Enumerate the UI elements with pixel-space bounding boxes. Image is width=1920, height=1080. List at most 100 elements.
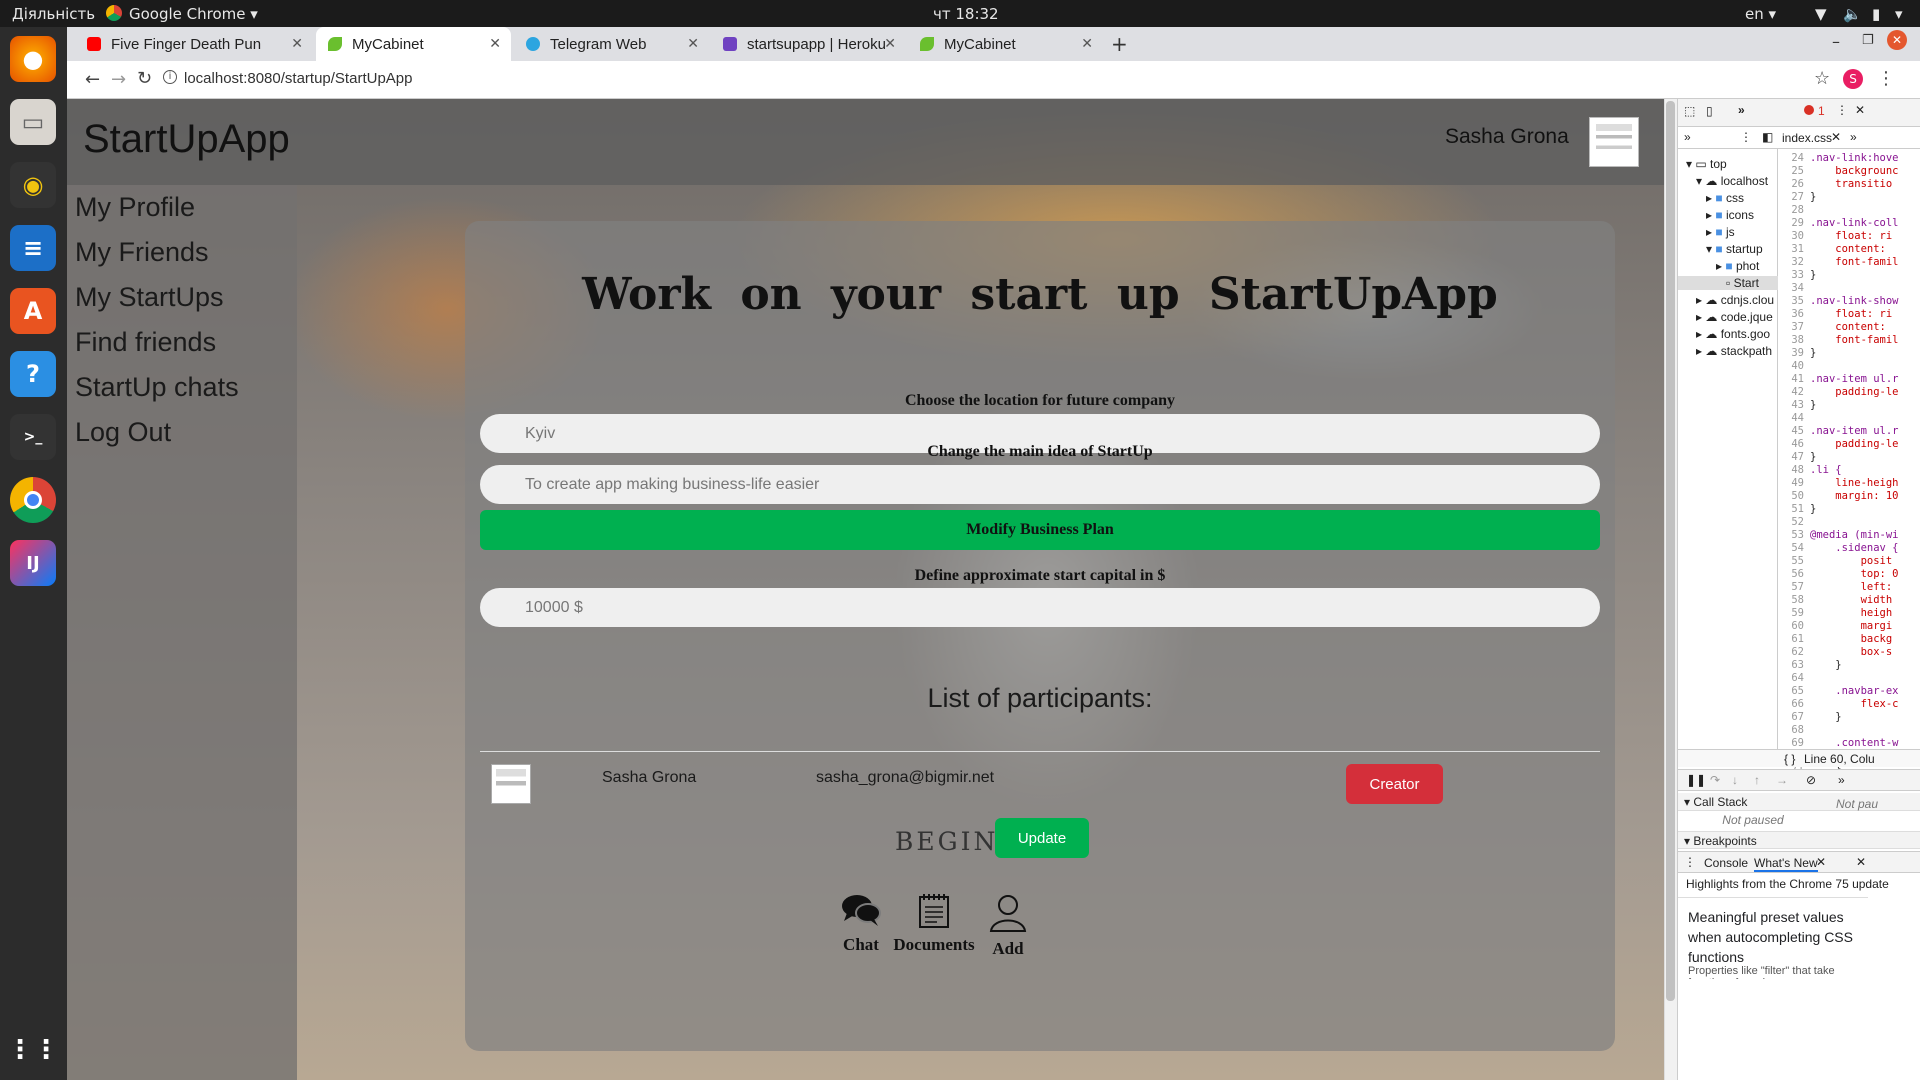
code-line[interactable]: 32 font-famil (1784, 256, 1920, 269)
user-avatar[interactable] (1589, 117, 1639, 167)
drawer-tab-whats-new[interactable]: What's New (1754, 856, 1818, 872)
idea-input[interactable] (480, 465, 1600, 504)
help-icon[interactable]: ? (10, 351, 56, 397)
code-line[interactable]: 68 (1784, 724, 1920, 737)
step-out-icon[interactable]: ↑ (1754, 773, 1760, 787)
navigator-more-icon[interactable]: » (1684, 130, 1691, 144)
tree-item[interactable]: ▸ ■ phot (1716, 259, 1759, 273)
code-line[interactable]: 33} (1784, 269, 1920, 282)
code-line[interactable]: 28 (1784, 204, 1920, 217)
modify-business-plan-button[interactable]: Modify Business Plan (480, 510, 1600, 550)
code-line[interactable]: 41 .nav-item ul.r (1784, 373, 1920, 386)
tree-item[interactable]: ▾ ▭ top (1686, 157, 1727, 171)
code-line[interactable]: 24 .nav-link:hove (1784, 152, 1920, 165)
error-icon[interactable] (1804, 105, 1814, 115)
tree-item-selected[interactable]: ▫ Start (1678, 276, 1778, 290)
code-line[interactable]: 29 .nav-link-coll (1784, 217, 1920, 230)
code-editor[interactable]: 24 .nav-link:hove 25 backgrounc 26 transiti… (1784, 152, 1920, 787)
code-line[interactable]: 42 padding-le (1784, 386, 1920, 399)
code-line[interactable]: 30 float: ri (1784, 230, 1920, 243)
new-tab-button[interactable]: + (1111, 32, 1128, 56)
devtools-menu-icon[interactable]: ⋮ (1836, 103, 1848, 117)
close-devtools-icon[interactable]: ✕ (1855, 103, 1865, 117)
code-line[interactable]: 54 .sidenav { (1784, 542, 1920, 555)
browser-tab-active[interactable]: MyCabinet ✕ (316, 27, 511, 61)
format-icon[interactable]: { } (1784, 752, 1795, 766)
show-apps-icon[interactable]: ⋮⋮ (7, 1027, 59, 1073)
error-count[interactable]: 1 (1818, 104, 1825, 118)
code-line[interactable]: 38 font-famil (1784, 334, 1920, 347)
intellij-icon[interactable]: IJ (10, 540, 56, 586)
code-line[interactable]: 64 (1784, 672, 1920, 685)
code-line[interactable]: 58 width (1784, 594, 1920, 607)
terminal-icon[interactable]: >_ (10, 414, 56, 460)
code-line[interactable]: 36 float: ri (1784, 308, 1920, 321)
code-line[interactable]: 46 padding-le (1784, 438, 1920, 451)
profile-avatar[interactable]: S (1843, 69, 1863, 89)
close-tab-icon[interactable]: ✕ (489, 35, 501, 52)
code-line[interactable]: 27} (1784, 191, 1920, 204)
page-scrollbar-thumb[interactable] (1666, 101, 1675, 1001)
brand-logo[interactable]: StartUpApp (83, 117, 290, 162)
nav-my-profile[interactable]: My Profile (75, 192, 195, 223)
code-line[interactable]: 60 margi (1784, 620, 1920, 633)
nav-my-startups[interactable]: My StartUps (75, 282, 224, 313)
breakpoints-header[interactable]: ▾ Breakpoints (1678, 831, 1920, 849)
info-icon[interactable]: i (163, 70, 177, 84)
close-window-button[interactable]: ✕ (1887, 30, 1907, 50)
code-line[interactable]: 56 top: 0 (1784, 568, 1920, 581)
participant-avatar[interactable] (491, 764, 531, 804)
participant-role-badge[interactable]: Creator (1346, 764, 1443, 804)
user-name[interactable]: Sasha Grona (1445, 125, 1569, 149)
close-tab-icon[interactable]: ✕ (291, 35, 303, 52)
more-panels-icon[interactable]: » (1738, 103, 1745, 117)
code-line[interactable]: 34 (1784, 282, 1920, 295)
back-arrow-icon[interactable]: ← (85, 69, 100, 90)
wifi-icon[interactable]: ▼ (1815, 5, 1827, 23)
drawer-menu-icon[interactable]: ⋮ (1684, 855, 1696, 869)
code-line[interactable]: 59 heigh (1784, 607, 1920, 620)
inspect-element-icon[interactable]: ⬚ (1684, 104, 1695, 118)
address-bar[interactable]: localhost:8080/startup/StartUpApp (184, 70, 412, 87)
close-file-tab-icon[interactable]: ✕ (1831, 130, 1841, 144)
navigator-menu-icon[interactable]: ⋮ (1740, 130, 1752, 144)
browser-tab[interactable]: MyCabinet ✕ (908, 27, 1103, 61)
code-line[interactable]: 47} (1784, 451, 1920, 464)
forward-arrow-icon[interactable]: → (111, 69, 126, 90)
tree-item[interactable]: ▾ ■ startup (1706, 242, 1763, 256)
power-menu-icon[interactable]: ▾ (1895, 5, 1903, 23)
editor-more-icon[interactable]: » (1850, 130, 1857, 144)
tree-item[interactable]: ▸ ☁ cdnjs.clou (1696, 293, 1774, 307)
tree-item[interactable]: ▸ ☁ fonts.goo (1696, 327, 1770, 341)
software-center-icon[interactable]: A (10, 288, 56, 334)
code-line[interactable]: 45 .nav-item ul.r (1784, 425, 1920, 438)
writer-icon[interactable]: ≡ (10, 225, 56, 271)
file-tab[interactable]: index.css (1782, 131, 1832, 145)
code-line[interactable]: 39} (1784, 347, 1920, 360)
step-icon[interactable]: → (1776, 773, 1788, 787)
code-line[interactable]: 67 } (1784, 711, 1920, 724)
tree-item[interactable]: ▸ ■ css (1706, 191, 1744, 205)
close-tab-icon[interactable]: ✕ (1081, 35, 1093, 52)
chrome-dock-icon[interactable] (10, 477, 56, 523)
nav-startup-chats[interactable]: StartUp chats (75, 372, 239, 403)
code-line[interactable]: 62 box-s (1784, 646, 1920, 659)
browser-tab[interactable]: Five Finger Death Pun ✕ (75, 27, 313, 61)
nav-my-friends[interactable]: My Friends (75, 237, 209, 268)
rhythmbox-icon[interactable]: ◉ (10, 162, 56, 208)
code-line[interactable]: 40 (1784, 360, 1920, 373)
capital-input[interactable] (480, 588, 1600, 627)
activities-button[interactable]: Діяльність (12, 5, 95, 23)
code-line[interactable]: 50 margin: 10 (1784, 490, 1920, 503)
close-tab-icon[interactable]: ✕ (687, 35, 699, 52)
add-action[interactable]: Add (958, 893, 1058, 959)
battery-icon[interactable]: ▮ (1872, 5, 1880, 23)
firefox-icon[interactable]: ● (10, 36, 56, 82)
browser-tab[interactable]: startsupapp | Heroku ✕ (711, 27, 906, 61)
close-whats-new-icon[interactable]: ✕ (1816, 855, 1826, 869)
browser-tab[interactable]: Telegram Web ✕ (514, 27, 709, 61)
clock[interactable]: чт 18:32 (933, 5, 999, 23)
minimize-window-button[interactable]: – (1832, 32, 1840, 51)
code-line[interactable]: 53 @media (min-wi (1784, 529, 1920, 542)
deactivate-breakpoints-icon[interactable]: ⊘ (1806, 773, 1816, 787)
